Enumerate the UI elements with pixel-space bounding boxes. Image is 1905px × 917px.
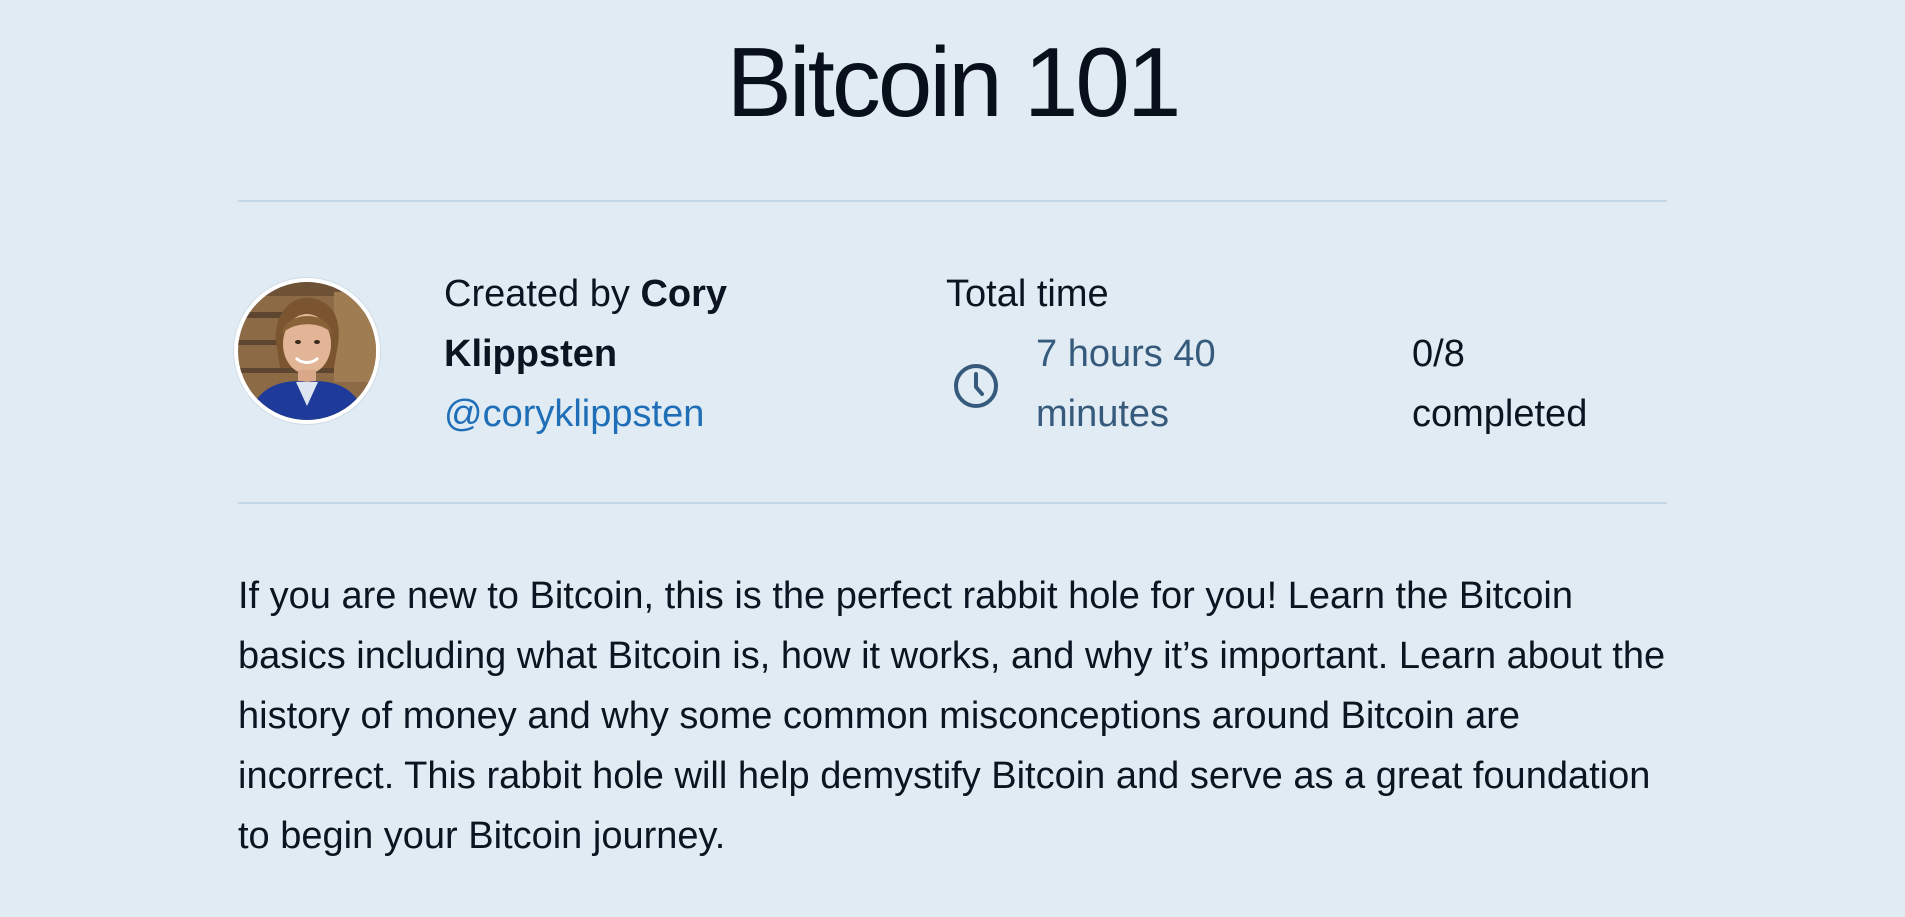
header-divider	[238, 200, 1667, 202]
course-description: If you are new to Bitcoin, this is the p…	[238, 575, 1666, 857]
meta-divider	[238, 502, 1667, 504]
total-time-value-line2: minutes	[1036, 393, 1170, 435]
completion-label: completed	[1412, 393, 1588, 435]
completion-count: 0/8	[1412, 333, 1465, 375]
total-time-label: Total time	[946, 273, 1109, 315]
creator-handle-link[interactable]: @coryklippsten	[444, 384, 804, 444]
page-title: Bitcoin 101	[726, 27, 1182, 137]
creator-photo	[238, 282, 376, 420]
total-time-value: 7 hours 40 minutes	[1036, 324, 1256, 444]
creator-last-name: Klippsten	[444, 333, 618, 375]
avatar	[234, 278, 380, 424]
total-time-value-line1: 7 hours 40	[1036, 333, 1216, 375]
creator-info: Created by Cory Klippsten @coryklippsten	[444, 264, 804, 444]
creator-byline: Created by Cory	[444, 264, 804, 324]
creator-first-name: Cory	[640, 273, 728, 315]
created-by-label: Created by	[444, 273, 630, 315]
clock-icon	[954, 364, 998, 408]
completion-status: 0/8 completed	[1412, 324, 1642, 444]
